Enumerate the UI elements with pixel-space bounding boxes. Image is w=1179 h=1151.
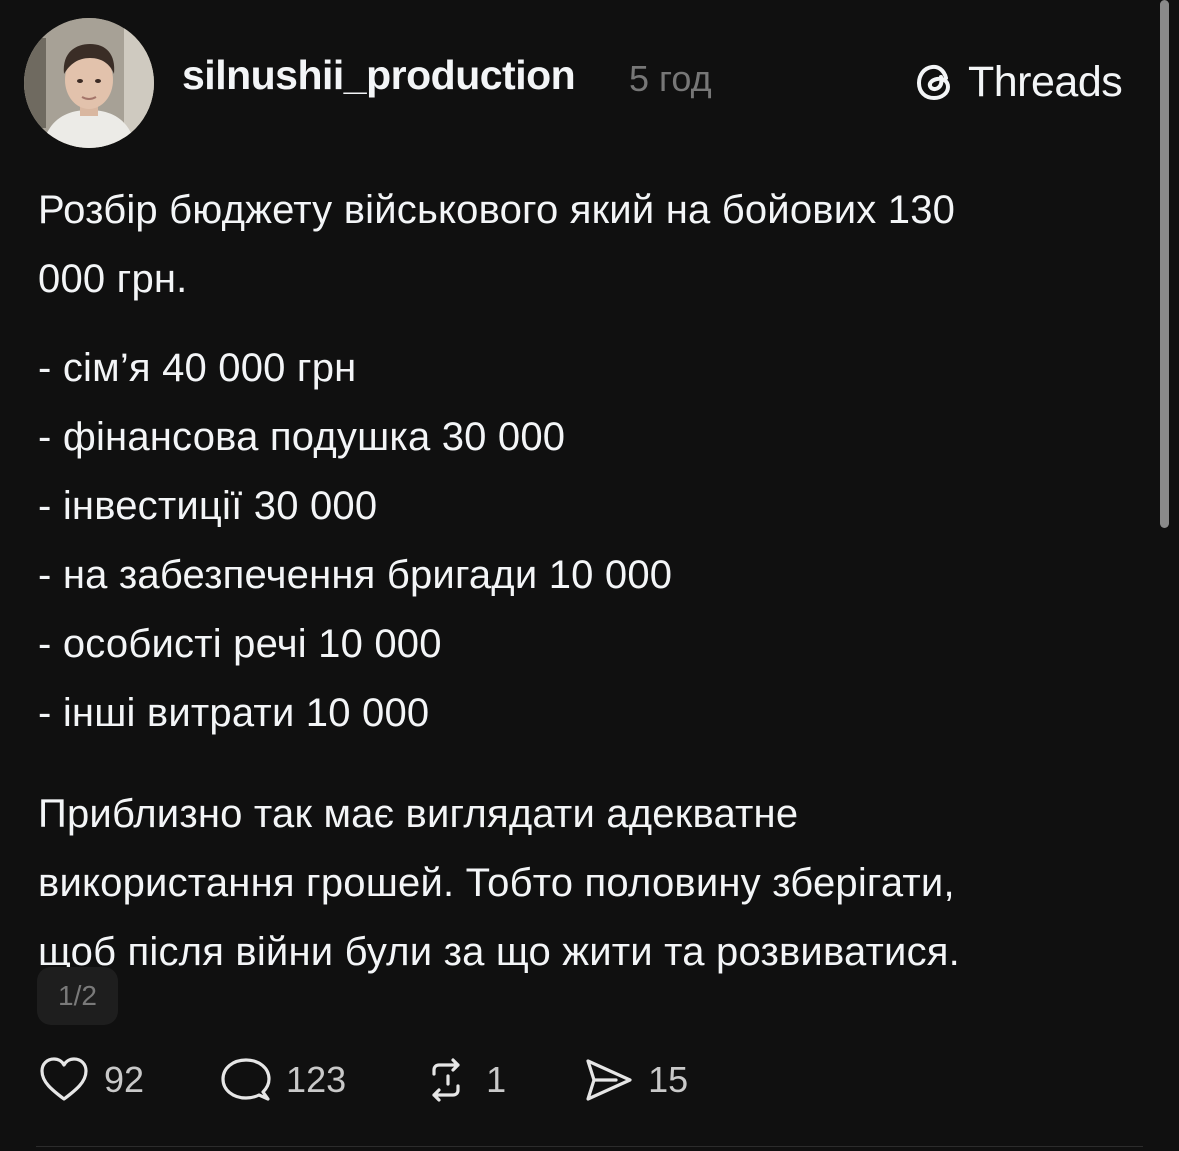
page-indicator: 1/2 <box>37 967 118 1025</box>
heart-icon <box>36 1052 92 1108</box>
post-closing: Приблизно так має виглядати адекватне ви… <box>38 792 960 974</box>
send-icon <box>580 1052 636 1108</box>
comment-button[interactable]: 123 <box>218 1052 346 1108</box>
list-item: - інші витрати 10 000 <box>38 691 430 735</box>
post-intro: Розбір бюджету військового який на бойов… <box>38 188 956 301</box>
list-item: - на забезпечення бригади 10 000 <box>38 553 673 597</box>
list-item: - інвестиції 30 000 <box>38 484 378 528</box>
share-button[interactable]: 15 <box>580 1052 688 1108</box>
scrollbar[interactable] <box>1160 0 1169 528</box>
action-bar: 92 123 1 15 <box>36 1052 688 1108</box>
threads-brand[interactable]: Threads <box>910 54 1123 110</box>
repost-button[interactable]: 1 <box>418 1052 506 1108</box>
share-count: 15 <box>648 1059 689 1100</box>
repost-icon <box>418 1052 474 1108</box>
like-count: 92 <box>104 1059 145 1100</box>
username[interactable]: silnushii_production <box>182 52 576 99</box>
budget-list: - сім’я 40 000 грн - фінансова подушка 3… <box>38 334 1128 748</box>
divider <box>36 1146 1143 1147</box>
like-button[interactable]: 92 <box>36 1052 144 1108</box>
post-time: 5 год <box>629 58 712 99</box>
list-item: - особисті речі 10 000 <box>38 622 442 666</box>
list-item: - сім’я 40 000 грн <box>38 346 357 390</box>
threads-logo-icon <box>910 57 960 107</box>
post-body: Розбір бюджету військового який на бойов… <box>38 176 1128 987</box>
threads-label: Threads <box>968 57 1123 106</box>
list-item: - фінансова подушка 30 000 <box>38 415 566 459</box>
comment-count: 123 <box>286 1059 347 1100</box>
comment-bubble-icon <box>218 1052 274 1108</box>
repost-count: 1 <box>486 1059 507 1100</box>
avatar[interactable] <box>24 18 154 148</box>
profile-photo <box>24 18 154 148</box>
